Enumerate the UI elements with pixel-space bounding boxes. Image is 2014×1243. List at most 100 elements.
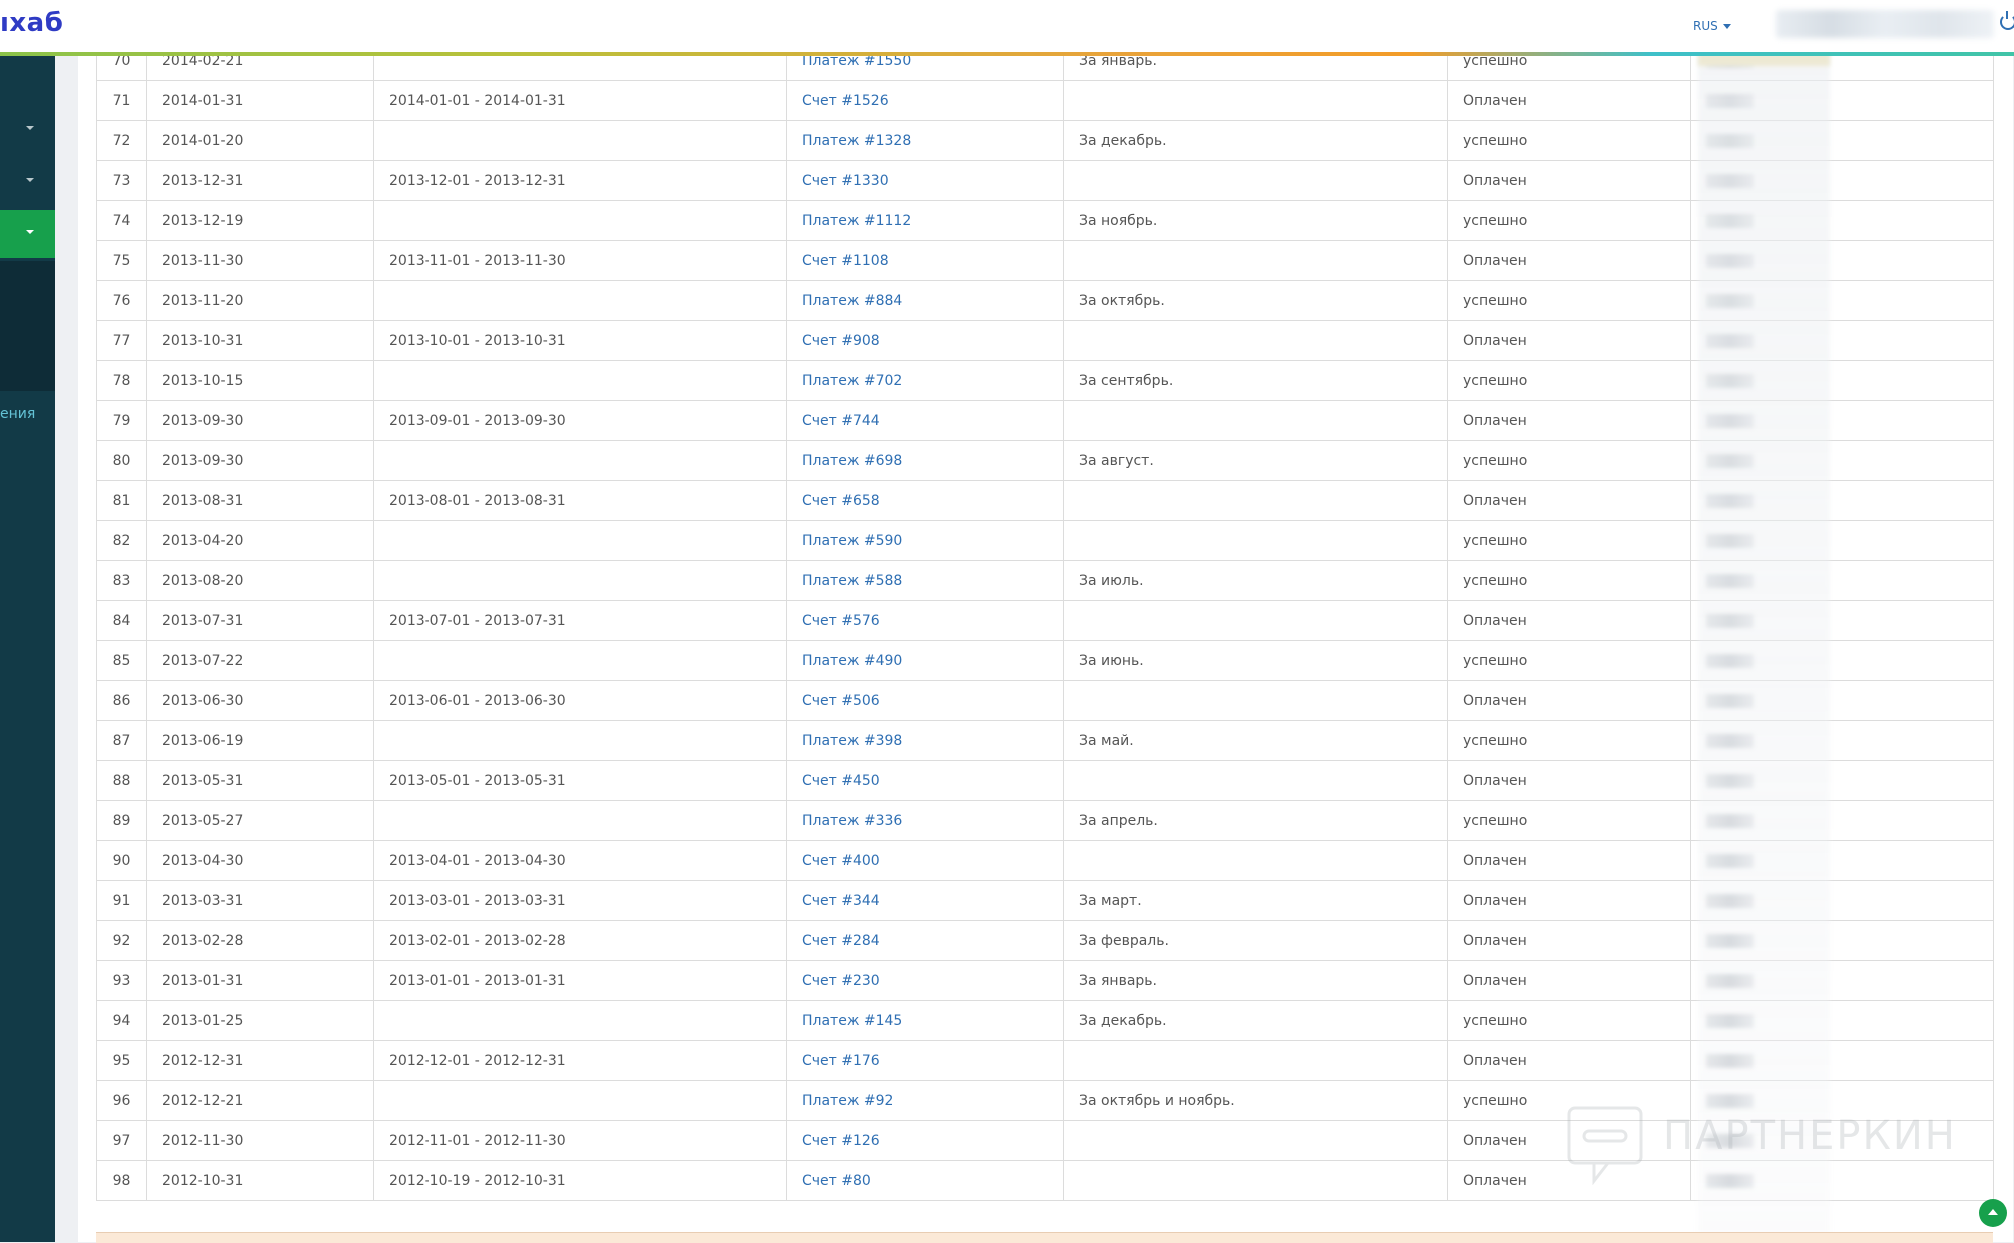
redacted-value xyxy=(1706,653,1754,668)
power-icon[interactable] xyxy=(2000,11,2014,30)
watermark-text: ПАРТНЕРКИН xyxy=(1663,1113,1957,1159)
app-logo[interactable]: ıхаб xyxy=(0,8,63,38)
row-document-link[interactable]: Счет #230 xyxy=(802,973,880,989)
row-status: успешно xyxy=(1463,1092,1528,1109)
chevron-down-icon xyxy=(1722,24,1731,29)
row-period: 2013-01-01 - 2013-01-31 xyxy=(389,972,566,989)
sidebar-item-label[interactable]: ения xyxy=(0,406,35,422)
row-status: Оплачен xyxy=(1463,612,1527,629)
row-status-cell: Оплачен xyxy=(1447,320,1691,361)
row-document-link[interactable]: Счет #506 xyxy=(802,693,880,709)
row-redacted-cell xyxy=(1690,360,1994,401)
row-document-link[interactable]: Платеж #336 xyxy=(802,813,902,829)
scroll-to-top-button[interactable] xyxy=(1979,1199,2007,1227)
row-date: 2013-09-30 xyxy=(162,412,244,429)
row-date-cell: 2012-12-21 xyxy=(146,1080,374,1121)
row-document-link[interactable]: Платеж #698 xyxy=(802,453,902,469)
row-comment-cell: За май. xyxy=(1063,720,1448,761)
row-document-link[interactable]: Счет #176 xyxy=(802,1053,880,1069)
row-date: 2013-01-25 xyxy=(162,1012,244,1029)
row-document-link-cell: Счет #450 xyxy=(786,760,1064,801)
row-document-link-cell: Платеж #398 xyxy=(786,720,1064,761)
row-period-cell: 2013-02-01 - 2013-02-28 xyxy=(373,920,787,961)
redacted-value xyxy=(1706,333,1754,348)
row-document-link[interactable]: Счет #450 xyxy=(802,773,880,789)
row-document-link[interactable]: Платеж #490 xyxy=(802,653,902,669)
row-status: Оплачен xyxy=(1463,892,1527,909)
row-date-cell: 2013-01-25 xyxy=(146,1000,374,1041)
row-number-cell: 81 xyxy=(96,480,147,521)
row-number-cell: 88 xyxy=(96,760,147,801)
table-row: 83 2013-08-20 Платеж #588 За июль. успешно xyxy=(96,560,1994,601)
row-number-cell: 98 xyxy=(96,1160,147,1201)
row-document-link[interactable]: Платеж #702 xyxy=(802,373,902,389)
row-number: 94 xyxy=(112,1012,131,1029)
row-status: Оплачен xyxy=(1463,932,1527,949)
row-document-link[interactable]: Платеж #1112 xyxy=(802,213,911,229)
row-document-link[interactable]: Счет #658 xyxy=(802,493,880,509)
row-document-link[interactable]: Счет #400 xyxy=(802,853,880,869)
row-document-link-cell: Платеж #884 xyxy=(786,280,1064,321)
row-period-cell xyxy=(373,1000,787,1041)
language-selector[interactable]: RUS xyxy=(1693,19,1731,33)
row-date: 2013-08-20 xyxy=(162,572,244,589)
row-document-link[interactable]: Счет #284 xyxy=(802,933,880,949)
row-date: 2013-07-22 xyxy=(162,652,244,669)
row-redacted-cell xyxy=(1690,440,1994,481)
row-number-cell: 87 xyxy=(96,720,147,761)
sidebar-item-1[interactable] xyxy=(0,106,55,154)
row-date: 2013-11-20 xyxy=(162,292,244,309)
row-document-link[interactable]: Счет #744 xyxy=(802,413,880,429)
row-document-link[interactable]: Счет #908 xyxy=(802,333,880,349)
row-document-link[interactable]: Платеж #92 xyxy=(802,1093,893,1109)
redacted-value xyxy=(1706,253,1754,268)
row-document-link[interactable]: Счет #576 xyxy=(802,613,880,629)
row-status: успешно xyxy=(1463,1012,1528,1029)
row-date: 2013-10-31 xyxy=(162,332,244,349)
row-period-cell: 2013-03-01 - 2013-03-31 xyxy=(373,880,787,921)
row-document-link[interactable]: Платеж #1328 xyxy=(802,133,911,149)
row-document-link[interactable]: Платеж #398 xyxy=(802,733,902,749)
row-number: 85 xyxy=(112,652,131,669)
row-comment: За декабрь. xyxy=(1079,1012,1167,1029)
row-document-link[interactable]: Платеж #884 xyxy=(802,293,902,309)
row-document-link-cell: Счет #908 xyxy=(786,320,1064,361)
row-document-link[interactable]: Счет #1108 xyxy=(802,253,889,269)
row-date: 2012-12-21 xyxy=(162,1092,244,1109)
table-row: 80 2013-09-30 Платеж #698 За август. успешно xyxy=(96,440,1994,481)
row-document-link[interactable]: Счет #80 xyxy=(802,1173,871,1189)
row-document-link[interactable]: Счет #126 xyxy=(802,1133,880,1149)
row-document-link[interactable]: Счет #1526 xyxy=(802,93,889,109)
table-row: 95 2012-12-31 2012-12-01 - 2012-12-31 Счет … xyxy=(96,1040,1994,1081)
row-number: 96 xyxy=(112,1092,131,1109)
row-date-cell: 2013-01-31 xyxy=(146,960,374,1001)
row-period-cell: 2013-12-01 - 2013-12-31 xyxy=(373,160,787,201)
row-redacted-cell xyxy=(1690,1000,1994,1041)
row-document-link[interactable]: Платеж #588 xyxy=(802,573,902,589)
row-comment-cell xyxy=(1063,240,1448,281)
row-date: 2013-02-28 xyxy=(162,932,244,949)
user-account-redacted[interactable] xyxy=(1776,10,1994,38)
row-date-cell: 2013-07-22 xyxy=(146,640,374,681)
redacted-value xyxy=(1706,893,1754,908)
row-document-link[interactable]: Платеж #590 xyxy=(802,533,902,549)
row-period: 2014-01-01 - 2014-01-31 xyxy=(389,92,566,109)
row-number-cell: 79 xyxy=(96,400,147,441)
row-comment-cell: За ноябрь. xyxy=(1063,200,1448,241)
row-comment: За март. xyxy=(1079,892,1142,909)
row-document-link[interactable]: Счет #1330 xyxy=(802,173,889,189)
row-number-cell: 74 xyxy=(96,200,147,241)
sidebar-item-2[interactable] xyxy=(0,158,55,206)
row-redacted-cell xyxy=(1690,680,1994,721)
row-status-cell: Оплачен xyxy=(1447,400,1691,441)
sidebar-item-active[interactable] xyxy=(0,210,55,258)
row-number-cell: 94 xyxy=(96,1000,147,1041)
row-number: 95 xyxy=(112,1052,131,1069)
row-status: успешно xyxy=(1463,132,1528,149)
row-document-link-cell: Платеж #490 xyxy=(786,640,1064,681)
row-document-link[interactable]: Счет #344 xyxy=(802,893,880,909)
row-comment-cell: За декабрь. xyxy=(1063,1000,1448,1041)
row-status-cell: Оплачен xyxy=(1447,600,1691,641)
row-number: 88 xyxy=(112,772,131,789)
row-document-link[interactable]: Платеж #145 xyxy=(802,1013,902,1029)
